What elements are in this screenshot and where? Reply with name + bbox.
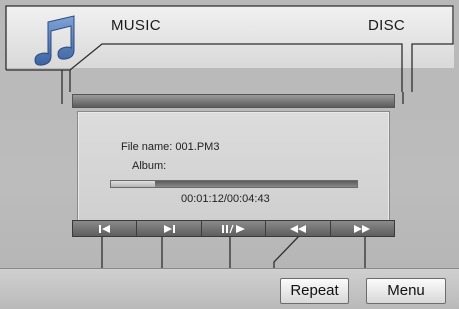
previous-button[interactable] bbox=[73, 221, 138, 236]
info-panel-titlebar bbox=[72, 94, 395, 108]
progress-fill bbox=[111, 181, 156, 187]
play-pause-icon bbox=[221, 224, 245, 233]
repeat-button[interactable]: Repeat bbox=[280, 278, 349, 304]
play-pause-button[interactable] bbox=[201, 221, 267, 236]
progress-bar[interactable] bbox=[110, 180, 358, 188]
rewind-button[interactable] bbox=[266, 221, 331, 236]
music-note-icon bbox=[34, 15, 75, 66]
next-button[interactable] bbox=[137, 221, 202, 236]
rewind-icon bbox=[289, 224, 306, 233]
playback-time: 00:01:12/00:04:43 bbox=[181, 193, 270, 205]
previous-icon bbox=[98, 224, 110, 233]
file-name-label: File name: 001.PM3 bbox=[121, 141, 220, 153]
album-label: Album: bbox=[132, 160, 167, 172]
menu-button[interactable]: Menu bbox=[366, 278, 446, 304]
music-title: MUSIC bbox=[111, 17, 161, 34]
disc-title: DISC bbox=[368, 17, 406, 34]
track-info-panel bbox=[77, 111, 390, 226]
transport-controls bbox=[72, 220, 395, 237]
fast-forward-button[interactable] bbox=[330, 221, 395, 236]
next-icon bbox=[164, 224, 176, 233]
music-player-screen: MUSIC DISC File name: 001.PM3 Album: 00:… bbox=[0, 0, 459, 309]
fast-forward-icon bbox=[354, 224, 371, 233]
